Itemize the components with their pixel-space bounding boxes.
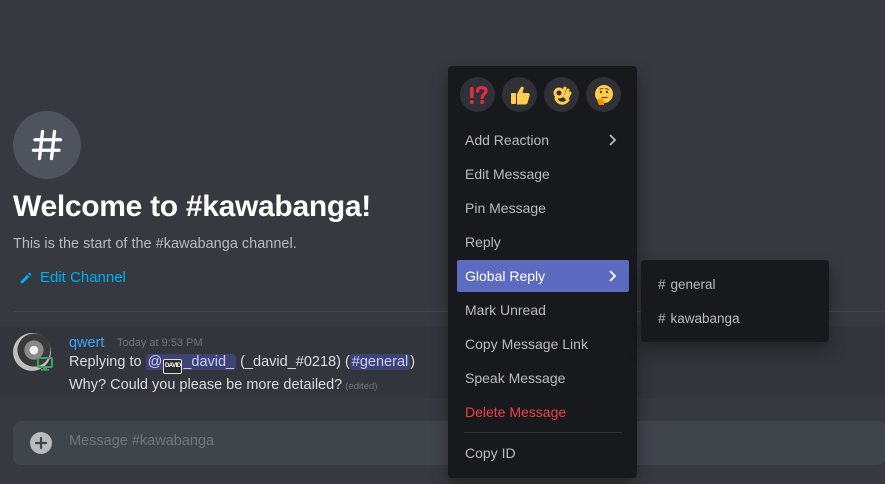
quick-reactions — [460, 77, 621, 112]
menu-speak-message[interactable]: Speak Message — [457, 362, 629, 394]
message-context-menu: Add Reaction Edit Message Pin Message Re… — [448, 66, 637, 478]
channel-hash-icon: # — [658, 276, 666, 292]
channel-hash-icon — [13, 111, 81, 179]
menu-item-label: Copy ID — [465, 445, 516, 461]
pencil-icon — [20, 272, 32, 283]
edit-channel-link[interactable]: Edit Channel — [19, 269, 126, 286]
reply-channel-wrap: (#general) — [344, 354, 416, 370]
exclamation-question-icon — [469, 85, 488, 104]
message-body: Why? Could you please be more detailed? — [69, 377, 343, 393]
edited-label: (edited) — [345, 381, 378, 392]
menu-add-reaction[interactable]: Add Reaction — [457, 124, 629, 156]
reply-prefix: Replying to — [69, 354, 142, 370]
chevron-right-icon — [609, 134, 617, 146]
menu-item-label: Reply — [465, 234, 501, 250]
menu-item-label: Add Reaction — [465, 132, 550, 148]
mention-at: @ — [147, 354, 163, 370]
desktop-icon — [37, 357, 53, 371]
thinking-emoji[interactable] — [586, 77, 621, 112]
menu-item-label: Edit Message — [465, 166, 550, 182]
menu-item-label: Delete Message — [465, 404, 567, 420]
submenu-channel-kawabanga[interactable]: # kawabanga — [649, 303, 821, 333]
submenu-item-label: kawabanga — [670, 310, 740, 326]
welcome-subtitle: This is the start of the #kawabanga chan… — [13, 236, 297, 252]
message-author[interactable]: qwert — [69, 335, 104, 351]
menu-item-label: Copy Message Link — [465, 336, 588, 352]
menu-reply[interactable]: Reply — [457, 226, 629, 258]
submenu-item-label: general — [670, 276, 716, 292]
ok-hand-emoji[interactable] — [544, 77, 579, 112]
global-reply-submenu: # general # kawabanga — [641, 260, 829, 342]
mention-avatar-icon: DAVID — [163, 359, 183, 374]
menu-item-label: Speak Message — [465, 370, 566, 386]
add-attachment-button[interactable] — [30, 432, 52, 454]
menu-item-label: Global Reply — [465, 268, 546, 284]
thumbs-up-emoji[interactable] — [502, 77, 537, 112]
channel-hash-icon: # — [658, 310, 666, 326]
thumbs-up-icon — [510, 86, 530, 104]
menu-item-label: Mark Unread — [465, 302, 546, 318]
chevron-right-icon — [609, 270, 617, 282]
message-input[interactable]: Message #kawabanga — [69, 433, 214, 449]
thinking-face-icon — [594, 84, 613, 105]
menu-separator — [464, 432, 622, 433]
submenu-channel-general[interactable]: # general — [649, 269, 821, 299]
reply-reference[interactable]: Replying to @ DAVID _david_ (_david_#0218)… — [69, 354, 415, 374]
ok-hand-icon — [553, 86, 571, 105]
reply-user-tag: (_david_#0218) — [240, 354, 341, 370]
menu-copy-message-link[interactable]: Copy Message Link — [457, 328, 629, 360]
message-timestamp: Today at 9:53 PM — [117, 337, 203, 349]
exclamation-question-emoji[interactable] — [460, 77, 495, 112]
plus-icon — [35, 437, 47, 449]
menu-delete-message[interactable]: Delete Message — [457, 396, 629, 428]
menu-edit-message[interactable]: Edit Message — [457, 158, 629, 190]
menu-global-reply[interactable]: Global Reply — [457, 260, 629, 292]
user-mention[interactable]: @ DAVID _david_ — [145, 354, 237, 374]
channel-mention[interactable]: #general — [349, 354, 411, 370]
edit-channel-label[interactable]: Edit Channel — [40, 269, 126, 286]
menu-mark-unread[interactable]: Mark Unread — [457, 294, 629, 326]
menu-pin-message[interactable]: Pin Message — [457, 192, 629, 224]
menu-item-label: Pin Message — [465, 200, 546, 216]
mention-name: _david_ — [183, 354, 235, 370]
welcome-title: Welcome to #kawabanga! — [13, 190, 371, 223]
menu-copy-id[interactable]: Copy ID — [457, 437, 629, 469]
message-text: Why? Could you please be more detailed?(… — [69, 377, 377, 393]
